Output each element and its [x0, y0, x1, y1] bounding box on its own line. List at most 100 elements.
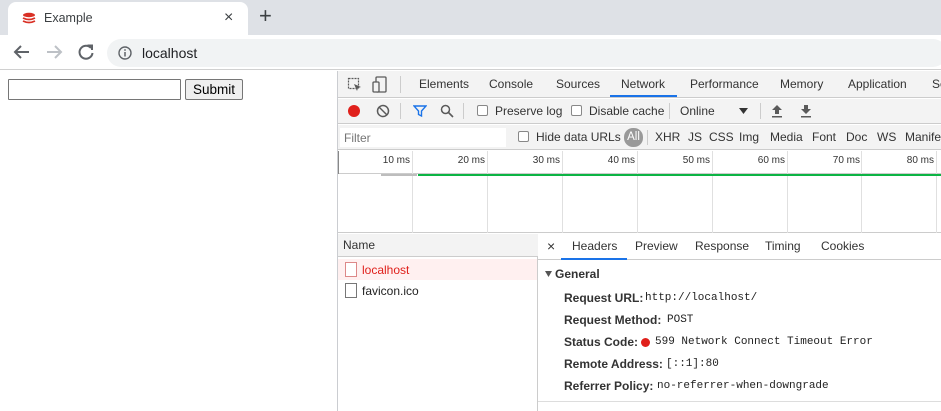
hide-data-urls-label: Hide data URLs — [536, 130, 621, 144]
request-method-value: POST — [667, 314, 694, 326]
browser-toolbar: localhost — [0, 35, 941, 70]
tab-preview[interactable]: Preview — [635, 234, 678, 260]
type-filter-img[interactable]: Img — [739, 125, 759, 149]
tab-application[interactable]: Application — [848, 71, 907, 98]
status-error-icon — [641, 338, 650, 347]
divider — [400, 76, 401, 93]
tab-headers[interactable]: Headers — [572, 234, 617, 260]
type-filter-ws[interactable]: WS — [877, 125, 896, 149]
tab-memory[interactable]: Memory — [780, 71, 823, 98]
general-section: General Request URL: http://localhost/ R… — [538, 261, 941, 411]
divider — [669, 103, 670, 119]
inspect-element-icon[interactable] — [347, 77, 363, 93]
tab-response[interactable]: Response — [695, 234, 749, 260]
divider — [463, 103, 464, 119]
request-name: favicon.ico — [362, 284, 419, 298]
throttling-select[interactable]: Online — [680, 99, 715, 123]
filter-bar: Hide data URLs All XHR JS CSS Img Media … — [338, 125, 941, 150]
device-toolbar-icon[interactable] — [372, 76, 388, 93]
info-icon[interactable] — [118, 46, 132, 60]
tab-close-icon[interactable]: × — [224, 9, 233, 27]
type-filter-all[interactable]: All — [624, 128, 643, 147]
type-filter-manifest[interactable]: Manife — [905, 125, 941, 149]
status-code-value: 599 Network Connect Timeout Error — [655, 336, 873, 348]
name-column-header[interactable]: Name — [343, 234, 375, 257]
divider — [400, 103, 401, 119]
timeline-tick: 80 ms — [906, 155, 934, 166]
timeline-gridline — [637, 151, 638, 233]
detail-tab-bar: × Headers Preview Response Timing Cookie… — [538, 234, 941, 260]
filter-input[interactable] — [340, 128, 506, 147]
remote-address-key: Remote Address: — [564, 357, 663, 371]
network-toolbar: Preserve log Disable cache Online — [338, 99, 941, 124]
address-bar[interactable]: localhost — [107, 39, 941, 67]
submit-button[interactable]: Submit — [185, 79, 243, 100]
timeline-start-marker — [338, 151, 339, 174]
tab-sources[interactable]: Sources — [556, 71, 600, 98]
timeline-tick: 50 ms — [682, 155, 710, 166]
reload-icon[interactable] — [75, 42, 97, 62]
expand-triangle-icon[interactable] — [545, 271, 552, 277]
timeline-gridline — [787, 151, 788, 233]
timeline-waiting-bar — [381, 174, 417, 176]
back-arrow-icon[interactable] — [11, 42, 33, 62]
timeline-gridline — [487, 151, 488, 233]
tab-elements[interactable]: Elements — [419, 71, 469, 98]
stack-favicon-icon — [22, 12, 36, 24]
document-icon — [345, 283, 357, 298]
tab-cookies[interactable]: Cookies — [821, 234, 864, 260]
tab-console[interactable]: Console — [489, 71, 533, 98]
tab-timing[interactable]: Timing — [765, 234, 801, 260]
divider — [760, 103, 761, 119]
referrer-policy-key: Referrer Policy: — [564, 379, 654, 393]
type-filter-doc[interactable]: Doc — [846, 125, 867, 149]
timeline-gridline — [412, 151, 413, 233]
timeline-tick: 10 ms — [382, 155, 410, 166]
type-filter-xhr[interactable]: XHR — [655, 125, 680, 149]
request-method-key: Request Method: — [564, 313, 662, 327]
tab-network[interactable]: Network — [621, 71, 665, 98]
import-har-icon[interactable] — [771, 104, 783, 118]
preserve-log-checkbox[interactable] — [477, 105, 488, 116]
browser-tab[interactable]: Example × — [8, 2, 248, 35]
tab-title: Example — [44, 11, 93, 25]
referrer-policy-value: no-referrer-when-downgrade — [657, 380, 829, 392]
tab-strip: Example × + — [0, 0, 941, 35]
preserve-log-label: Preserve log — [495, 104, 563, 118]
disable-cache-label: Disable cache — [589, 104, 665, 118]
timeline-gridline — [562, 151, 563, 233]
record-icon[interactable] — [347, 104, 361, 118]
type-filter-js[interactable]: JS — [688, 125, 702, 149]
filter-icon[interactable] — [413, 104, 427, 118]
tab-security[interactable]: Se — [932, 71, 941, 98]
request-row-localhost[interactable]: localhost — [338, 259, 537, 280]
request-url-key: Request URL: — [564, 291, 644, 305]
request-list: localhost favicon.ico — [338, 257, 538, 411]
overview-timeline[interactable]: 10 ms 20 ms 30 ms 40 ms 50 ms 60 ms 70 m… — [338, 151, 941, 233]
chevron-down-icon[interactable] — [739, 108, 748, 114]
tab-performance[interactable]: Performance — [690, 71, 759, 98]
request-row-favicon[interactable]: favicon.ico — [338, 280, 537, 301]
hide-data-urls-checkbox[interactable] — [518, 131, 529, 142]
text-input[interactable] — [8, 79, 181, 100]
timeline-gridline — [712, 151, 713, 233]
search-icon[interactable] — [440, 104, 454, 118]
timeline-tick: 30 ms — [532, 155, 560, 166]
clear-icon[interactable] — [376, 104, 390, 118]
new-tab-icon[interactable]: + — [259, 5, 272, 27]
url-text: localhost — [142, 45, 198, 61]
timeline-request-bar — [418, 174, 941, 176]
timeline-ruler: 10 ms 20 ms 30 ms 40 ms 50 ms 60 ms 70 m… — [338, 151, 941, 233]
document-icon — [345, 262, 357, 277]
forward-arrow-icon[interactable] — [43, 42, 65, 62]
type-filter-media[interactable]: Media — [770, 125, 803, 149]
active-tab-indicator — [610, 95, 677, 97]
disable-cache-checkbox[interactable] — [571, 105, 582, 116]
close-detail-icon[interactable]: × — [547, 234, 555, 260]
export-har-icon[interactable] — [800, 104, 812, 118]
type-filter-css[interactable]: CSS — [709, 125, 734, 149]
general-heading[interactable]: General — [555, 267, 600, 281]
timeline-gridline — [861, 151, 862, 233]
request-name: localhost — [362, 263, 410, 277]
type-filter-font[interactable]: Font — [812, 125, 836, 149]
